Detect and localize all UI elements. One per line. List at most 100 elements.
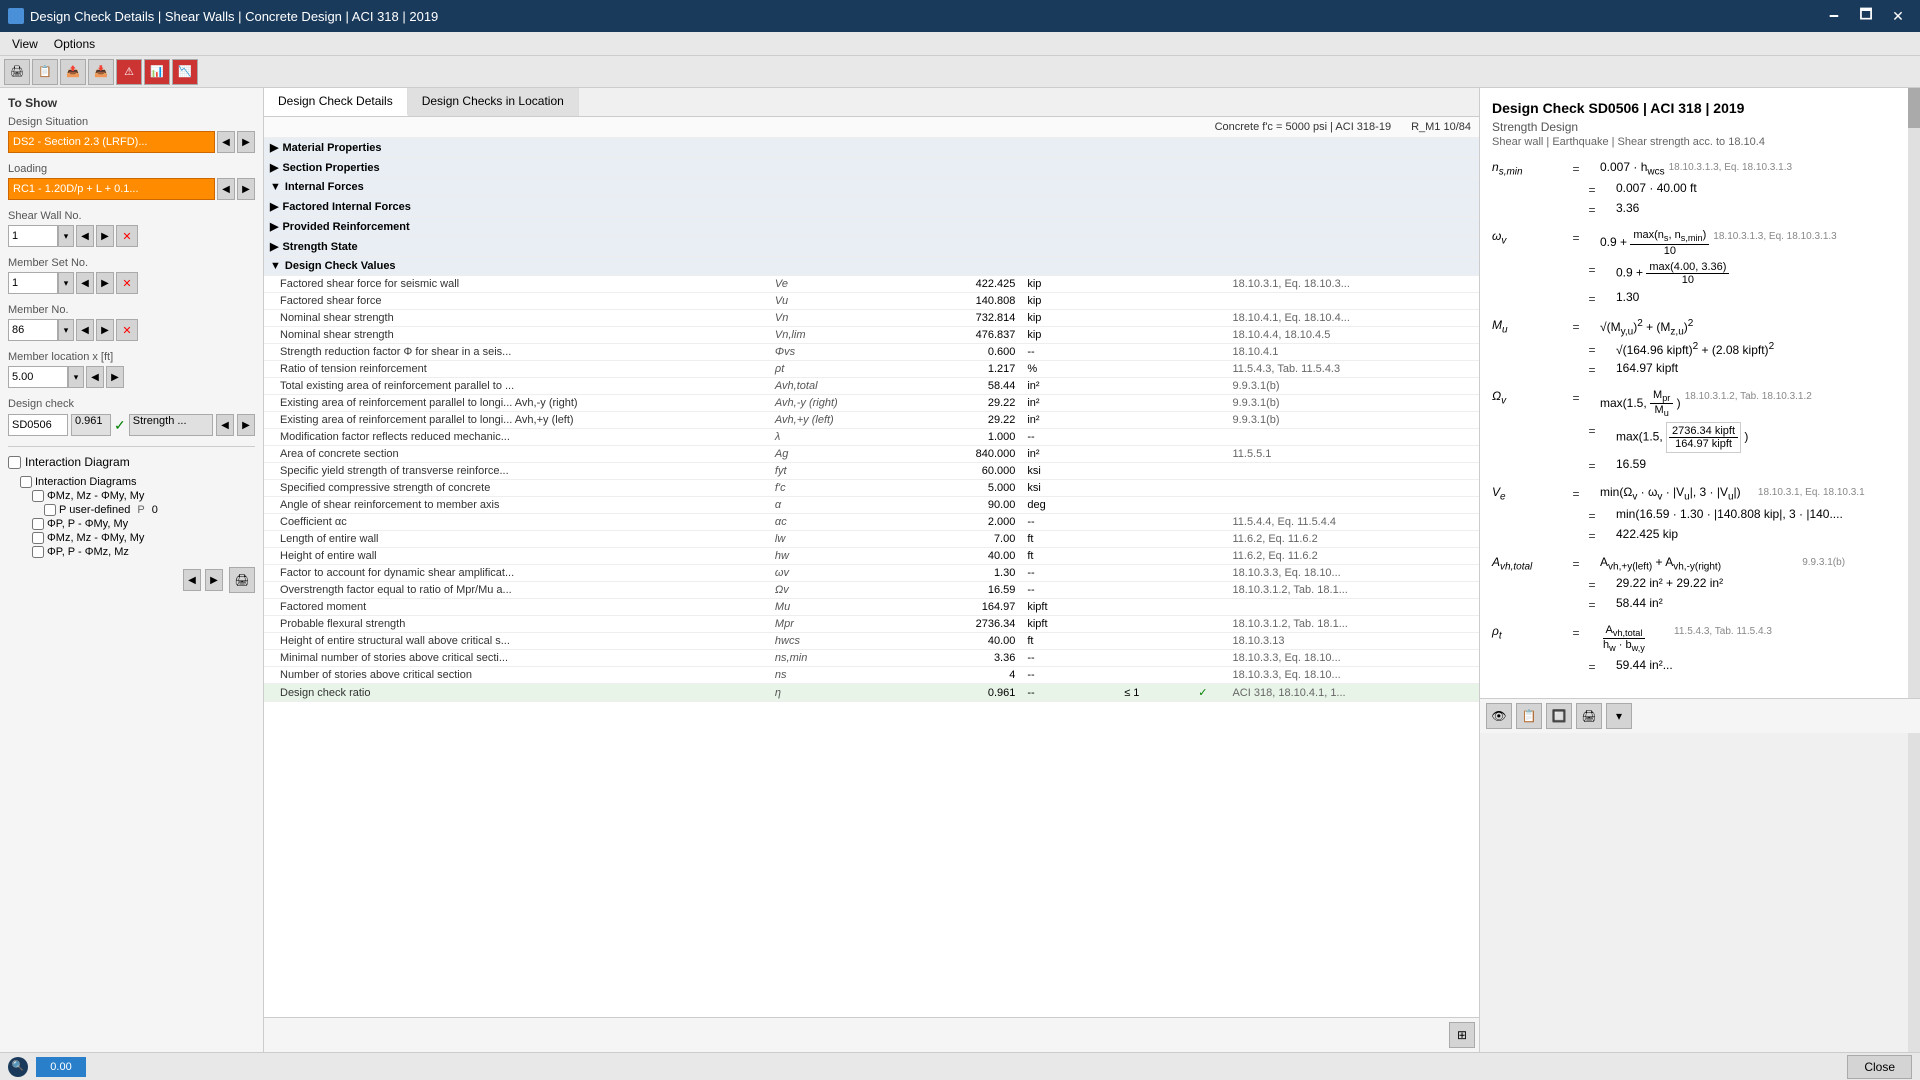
toolbar-btn-1[interactable]: 🖨 [4, 59, 30, 85]
rp-icon-2[interactable]: 📋 [1516, 703, 1542, 729]
member-set-group: Member Set No. ▾ ◀ ▶ ✕ [8, 257, 255, 294]
f-nsmin-eq1: = [1556, 160, 1596, 176]
row-sym: Avh,total [769, 378, 895, 395]
section-toggle-factored[interactable]: ▶ [270, 201, 278, 213]
close-button[interactable]: Close [1847, 1055, 1912, 1079]
rp-print-dropdown[interactable]: ▾ [1606, 703, 1632, 729]
maximize-button[interactable]: 🗖 [1852, 2, 1880, 30]
toolbar-btn-2[interactable]: 📋 [32, 59, 58, 85]
row-val: 40.00 [895, 633, 1021, 650]
loading-prev[interactable]: ◀ [217, 178, 235, 200]
section-row-provided[interactable]: ▶Provided Reinforcement [264, 217, 1479, 237]
shear-wall-clear[interactable]: ✕ [116, 225, 138, 247]
close-window-button[interactable]: ✕ [1884, 2, 1912, 30]
search-btn[interactable]: 🔍 [8, 1057, 28, 1077]
panel-left-arrow[interactable]: ◀ [183, 569, 201, 591]
phip-phimz-cb[interactable] [32, 546, 44, 558]
f-rho-eq2: = [1572, 658, 1612, 674]
member-set-prev[interactable]: ◀ [76, 272, 94, 294]
rp-subtitle2: Shear wall | Earthquake | Shear strength… [1492, 136, 1908, 148]
member-input[interactable] [8, 319, 58, 341]
row-unit: ft [1021, 548, 1084, 565]
phimz-mz2-cb[interactable] [32, 532, 44, 544]
loading-next[interactable]: ▶ [237, 178, 255, 200]
toolbar-btn-5[interactable]: ⚠ [116, 59, 142, 85]
location-input[interactable] [8, 366, 68, 388]
dc-code-input[interactable] [8, 414, 68, 436]
row-name: Existing area of reinforcement parallel … [264, 395, 769, 412]
shear-wall-next[interactable]: ▶ [96, 225, 114, 247]
section-row-factored[interactable]: ▶Factored Internal Forces [264, 197, 1479, 217]
section-row-dcvalues[interactable]: ▼Design Check Values [264, 257, 1479, 276]
member-set-input[interactable] [8, 272, 58, 294]
tab-design-check-details[interactable]: Design Check Details [264, 88, 408, 116]
section-toggle-strength[interactable]: ▶ [270, 241, 278, 253]
section-toggle-section[interactable]: ▶ [270, 162, 278, 174]
print-left-btn[interactable]: 🖨 [229, 567, 255, 593]
scrollbar-thumb[interactable] [1908, 88, 1920, 128]
row-status [1179, 599, 1226, 616]
row-status [1179, 429, 1226, 446]
member-down[interactable]: ▾ [58, 319, 74, 341]
section-toggle-material[interactable]: ▶ [270, 142, 278, 154]
loading-dropdown[interactable]: RC1 - 1.20D/p + L + 0.1... [8, 178, 215, 200]
location-down[interactable]: ▾ [68, 366, 84, 388]
dc-type-dropdown[interactable]: Strength ... [129, 414, 213, 436]
row-val: 58.44 [895, 378, 1021, 395]
status-input[interactable] [36, 1057, 86, 1077]
location-prev[interactable]: ◀ [86, 366, 104, 388]
row-val: 1.217 [895, 361, 1021, 378]
row-val: 732.814 [895, 310, 1021, 327]
toolbar-btn-3[interactable]: 📤 [60, 59, 86, 85]
panel-right-arrow[interactable]: ▶ [205, 569, 223, 591]
section-toggle-internal[interactable]: ▼ [270, 181, 281, 193]
phip-phimy-cb[interactable] [32, 518, 44, 530]
member-set-label: Member Set No. [8, 257, 255, 269]
row-val: 2736.34 [895, 616, 1021, 633]
interaction-diagram-checkbox[interactable] [8, 456, 21, 469]
design-situation-dropdown[interactable]: DS2 - Section 2.3 (LRFD)... [8, 131, 215, 153]
phimz-mz-cb[interactable] [32, 490, 44, 502]
toolbar-btn-6[interactable]: 📊 [144, 59, 170, 85]
situation-next[interactable]: ▶ [237, 131, 255, 153]
section-toggle-provided[interactable]: ▶ [270, 221, 278, 233]
menu-view[interactable]: View [4, 35, 46, 53]
section-row-section[interactable]: ▶Section Properties [264, 158, 1479, 178]
shear-wall-prev[interactable]: ◀ [76, 225, 94, 247]
menu-options[interactable]: Options [46, 35, 103, 53]
section-row-strength[interactable]: ▶Strength State [264, 237, 1479, 257]
section-row-internal[interactable]: ▼Internal Forces [264, 178, 1479, 197]
shear-wall-down[interactable]: ▾ [58, 225, 74, 247]
right-panel-scrollbar[interactable] [1908, 88, 1920, 1052]
member-set-next[interactable]: ▶ [96, 272, 114, 294]
location-next[interactable]: ▶ [106, 366, 124, 388]
tab-bar: Design Check Details Design Checks in Lo… [264, 88, 1479, 117]
member-clear[interactable]: ✕ [116, 319, 138, 341]
minimize-button[interactable]: 🗕 [1820, 2, 1848, 30]
info-bar: Concrete f'c = 5000 psi | ACI 318-19 R_M… [264, 117, 1479, 138]
member-set-down[interactable]: ▾ [58, 272, 74, 294]
table-row: Angle of shear reinforcement to member a… [264, 497, 1479, 514]
rp-icon-1[interactable]: 👁 [1486, 703, 1512, 729]
f-omegav-expr1: 0.9 + max(ns, ns,min) 10 [1600, 229, 1709, 256]
rp-print-btn[interactable]: 🖨 [1576, 703, 1602, 729]
member-set-clear[interactable]: ✕ [116, 272, 138, 294]
tab-design-checks-location[interactable]: Design Checks in Location [408, 88, 579, 116]
section-toggle-dcvalues[interactable]: ▼ [270, 260, 281, 272]
member-next[interactable]: ▶ [96, 319, 114, 341]
row-name: Overstrength factor equal to ratio of Mp… [264, 582, 769, 599]
dc-prev[interactable]: ◀ [216, 414, 234, 436]
dc-ratio-value: 0.961 [71, 414, 111, 436]
shear-wall-input[interactable] [8, 225, 58, 247]
toolbar-btn-7[interactable]: 📉 [172, 59, 198, 85]
p-userdefined-cb[interactable] [44, 504, 56, 516]
center-icon-1[interactable]: ⊞ [1449, 1022, 1475, 1048]
rp-icon-3[interactable]: 🔲 [1546, 703, 1572, 729]
dc-next[interactable]: ▶ [237, 414, 255, 436]
section-row-material[interactable]: ▶Material Properties [264, 138, 1479, 158]
situation-prev[interactable]: ◀ [217, 131, 235, 153]
int-diagrams-cb[interactable] [20, 476, 32, 488]
member-prev[interactable]: ◀ [76, 319, 94, 341]
row-ref: 18.10.4.1, Eq. 18.10.4... [1226, 310, 1479, 327]
toolbar-btn-4[interactable]: 📥 [88, 59, 114, 85]
